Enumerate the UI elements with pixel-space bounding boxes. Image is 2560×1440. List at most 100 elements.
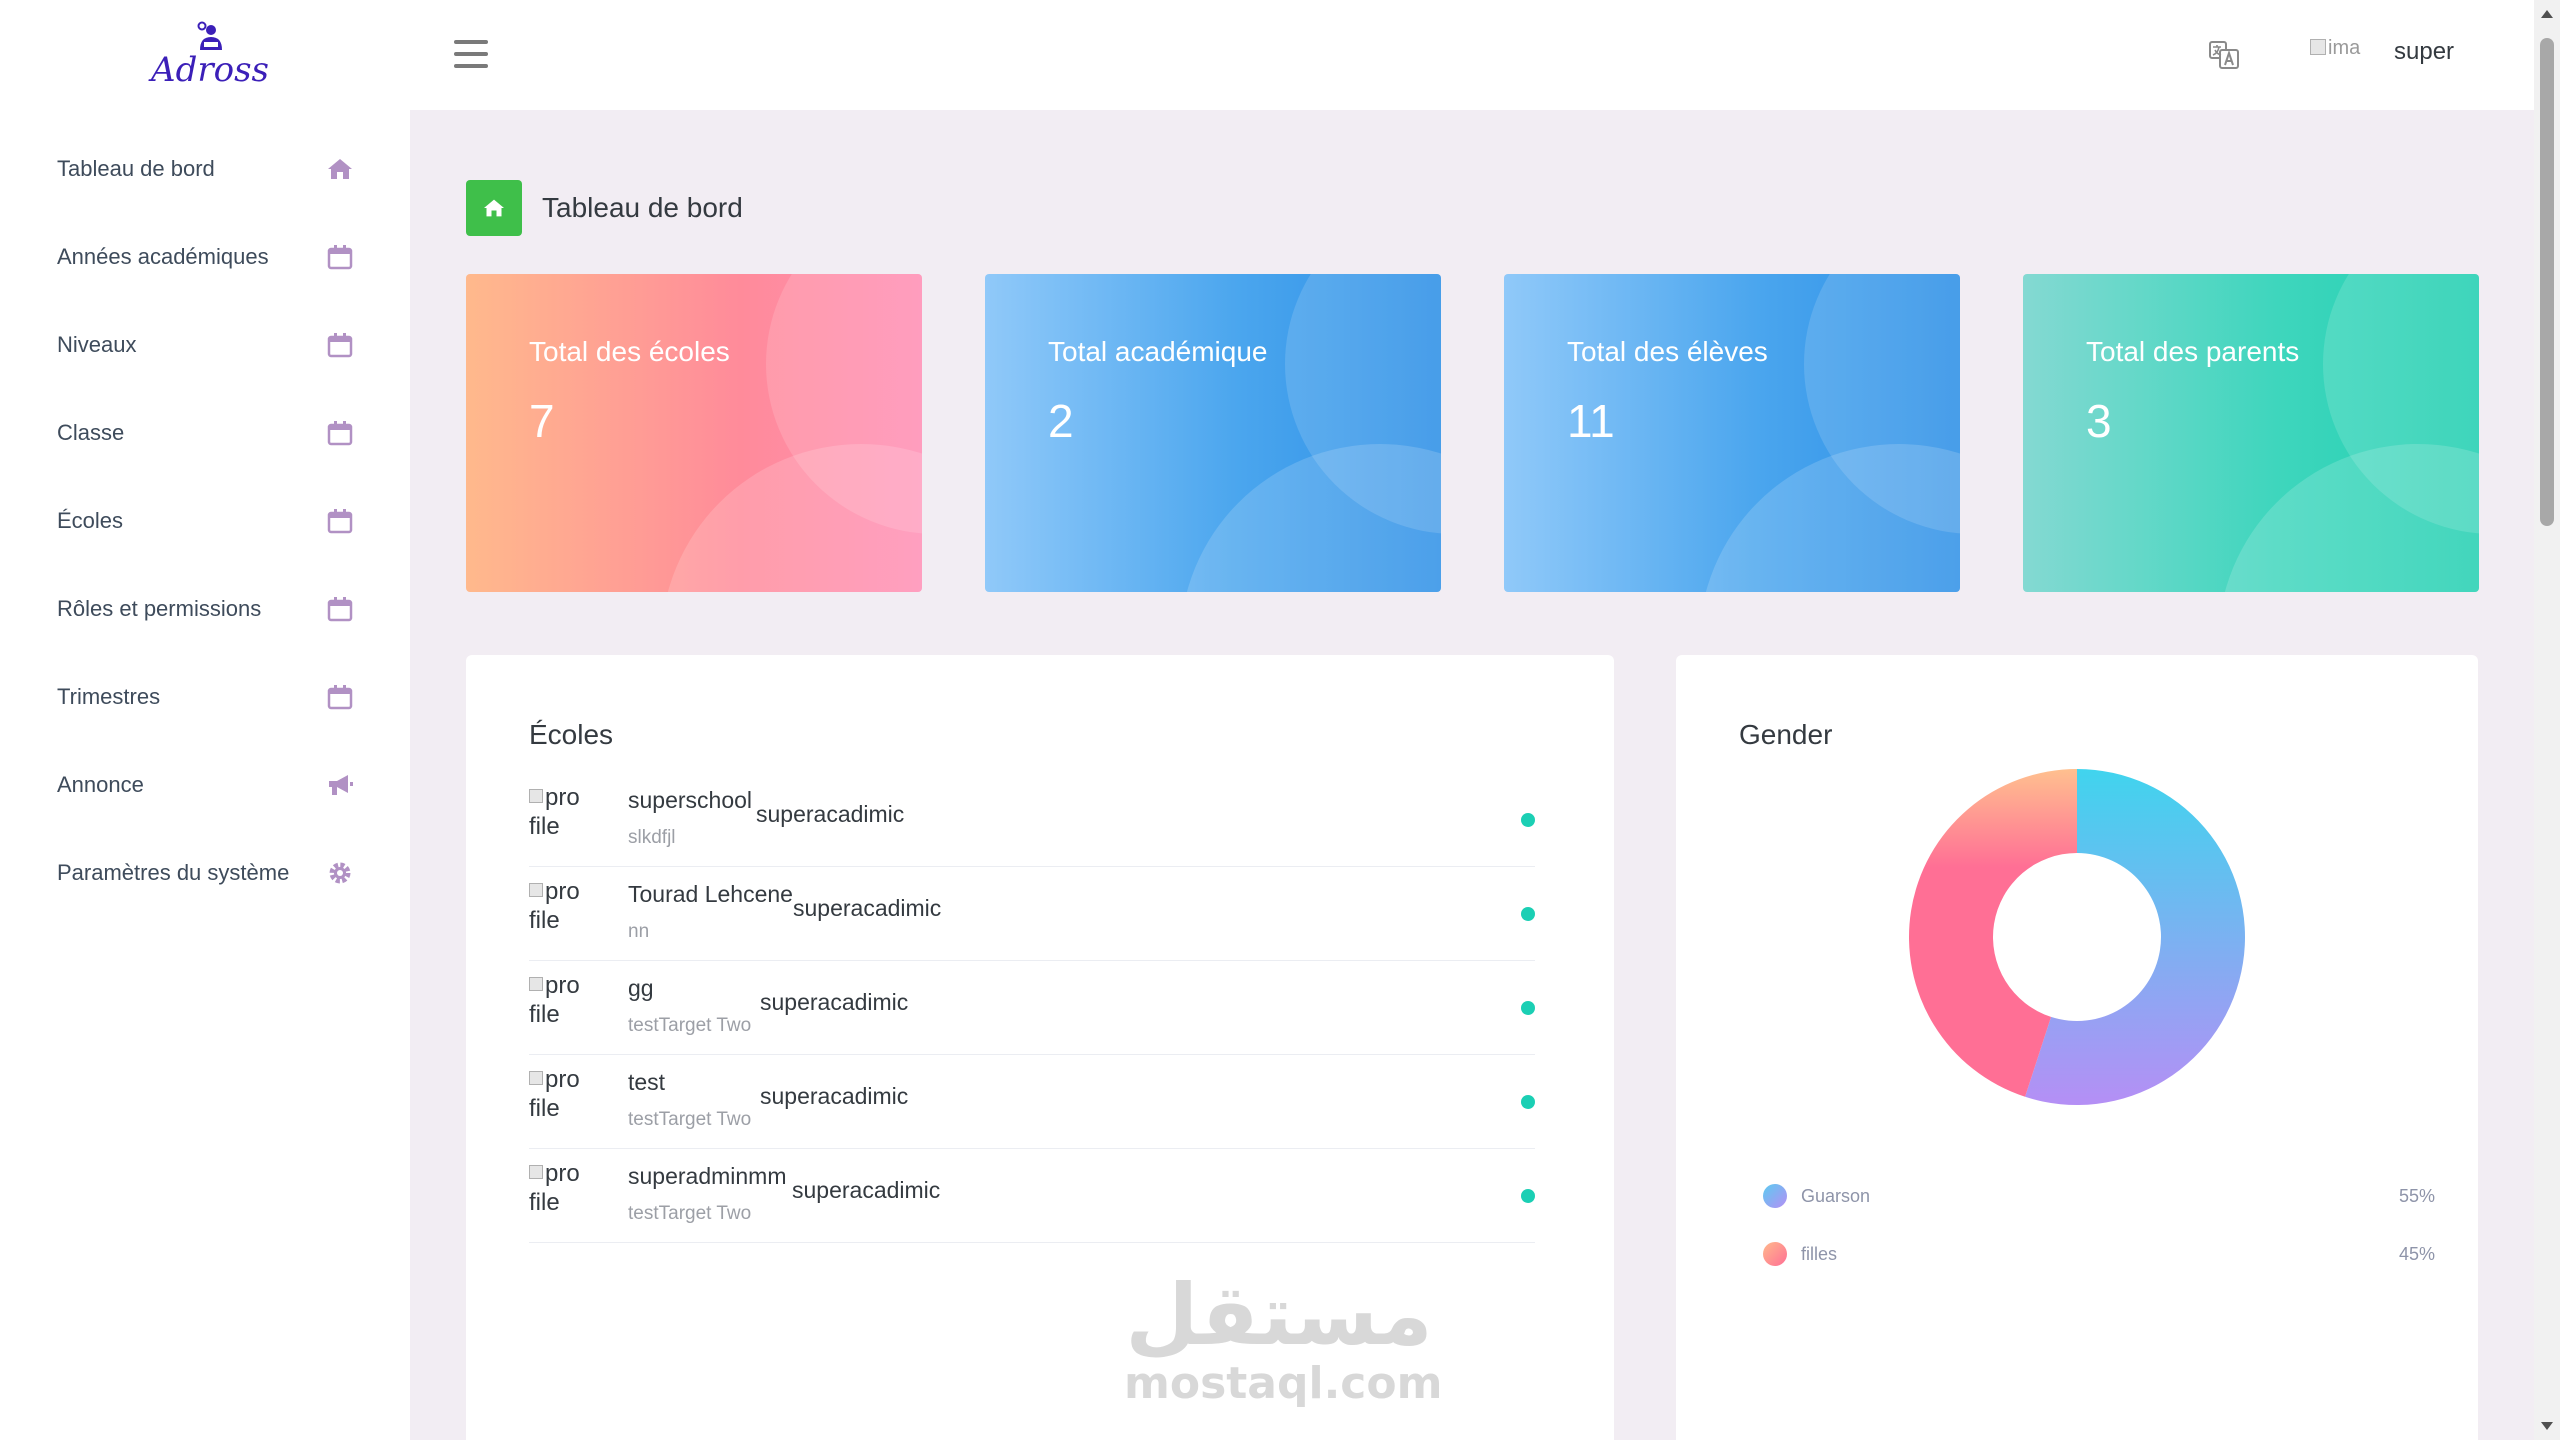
donut-svg xyxy=(1909,769,2245,1105)
school-academic: superacadimic xyxy=(793,895,942,921)
legend-item[interactable]: filles 45% xyxy=(1763,1225,2435,1283)
school-name: superadminmm xyxy=(628,1163,787,1189)
legend-value: 55% xyxy=(2398,1185,2435,1206)
sidebar-item-classe[interactable]: Classe xyxy=(0,389,410,477)
schools-panel-title: Écoles xyxy=(529,719,614,750)
stat-label: Total des élèves xyxy=(1567,336,1768,367)
sidebar-item-label: Paramètres du système xyxy=(57,860,290,885)
avatar: ima xyxy=(2310,37,2380,67)
stat-card-total-ecoles[interactable]: Total des écoles 7 xyxy=(466,274,922,592)
stat-label: Total académique xyxy=(1048,336,1268,367)
status-dot xyxy=(1521,1189,1535,1203)
stat-value: 7 xyxy=(529,395,555,447)
stat-card-total-parents[interactable]: Total des parents 3 xyxy=(2023,274,2479,592)
scroll-down-arrow-icon[interactable] xyxy=(2541,1422,2553,1430)
stat-value: 11 xyxy=(1567,395,1615,447)
sidebar-item-roles-et-permissions[interactable]: Rôles et permissions xyxy=(0,565,410,653)
legend-item[interactable]: Guarson 55% xyxy=(1763,1167,2435,1225)
sidebar-nav: Tableau de bord Années académiques Nivea… xyxy=(0,125,410,917)
legend-value: 45% xyxy=(2398,1243,2435,1264)
page-scrollbar[interactable] xyxy=(2534,0,2560,1440)
sidebar-item-label: Niveaux xyxy=(57,332,137,357)
school-name: gg xyxy=(628,975,654,1001)
stat-value: 2 xyxy=(1048,395,1074,447)
home-icon xyxy=(326,155,354,183)
sidebar-item-parametres-du-systeme[interactable]: Paramètres du système xyxy=(0,829,410,917)
sidebar-item-annees-academiques[interactable]: Années académiques xyxy=(0,213,410,301)
stat-card-total-eleves[interactable]: Total des élèves 11 xyxy=(1504,274,1960,592)
calendar-icon xyxy=(326,507,354,535)
broken-image-icon xyxy=(529,1165,543,1179)
menu-toggle-icon[interactable] xyxy=(454,40,488,68)
legend-swatch xyxy=(1763,1184,1787,1208)
stat-card-total-academique[interactable]: Total académique 2 xyxy=(985,274,1441,592)
sidebar-item-label: Écoles xyxy=(57,508,124,533)
stat-value: 3 xyxy=(2086,395,2112,447)
username: super xyxy=(2394,38,2455,65)
school-subtitle: slkdfjl xyxy=(628,827,676,848)
calendar-icon xyxy=(326,595,354,623)
school-academic: superacadimic xyxy=(760,1083,909,1109)
list-item[interactable]: pro file gg testTarget Two superacadimic xyxy=(529,961,1535,1055)
calendar-icon xyxy=(326,331,354,359)
school-image: pro file xyxy=(529,877,599,935)
broken-image-icon xyxy=(2310,39,2326,55)
broken-image-icon xyxy=(529,1071,543,1085)
sidebar-item-annonce[interactable]: Annonce xyxy=(0,741,410,829)
legend-swatch xyxy=(1763,1242,1787,1266)
school-academic: superacadimic xyxy=(756,801,905,827)
list-item[interactable]: pro file superadminmm testTarget Two sup… xyxy=(529,1149,1535,1243)
sidebar-item-label: Années académiques xyxy=(57,244,269,269)
sidebar-item-ecoles[interactable]: Écoles xyxy=(0,477,410,565)
school-name: Tourad Lehcene xyxy=(628,881,793,907)
school-academic: superacadimic xyxy=(760,989,909,1015)
sidebar-item-niveaux[interactable]: Niveaux xyxy=(0,301,410,389)
topbar: ima super xyxy=(410,0,2534,110)
school-image: pro file xyxy=(529,1065,599,1123)
broken-image-icon xyxy=(529,977,543,991)
gender-panel: Gender Guarson 55% filles 45% xyxy=(1676,655,2478,1440)
page-header: Tableau de bord xyxy=(466,180,743,236)
broken-image-icon xyxy=(529,883,543,897)
megaphone-icon xyxy=(326,771,354,799)
sidebar-item-trimestres[interactable]: Trimestres xyxy=(0,653,410,741)
calendar-icon xyxy=(326,243,354,271)
school-name: superschool xyxy=(628,787,753,813)
school-subtitle: nn xyxy=(628,921,650,942)
sidebar-item-label: Annonce xyxy=(57,772,144,797)
school-name: test xyxy=(628,1069,666,1095)
school-subtitle: testTarget Two xyxy=(628,1015,752,1036)
legend-label: filles xyxy=(1801,1243,1838,1264)
translate-icon[interactable] xyxy=(2208,38,2240,70)
gender-legend: Guarson 55% filles 45% xyxy=(1763,1167,2435,1283)
scroll-thumb[interactable] xyxy=(2540,38,2554,526)
page-title: Tableau de bord xyxy=(542,192,743,223)
sidebar-item-label: Trimestres xyxy=(57,684,161,709)
gender-donut-chart[interactable] xyxy=(1907,767,2247,1107)
status-dot xyxy=(1521,907,1535,921)
watermark-text: mostaql.com xyxy=(1124,1358,1443,1409)
list-item[interactable]: pro file test testTarget Two superacadim… xyxy=(529,1055,1535,1149)
sidebar-item-tableau-de-bord[interactable]: Tableau de bord xyxy=(0,125,410,213)
school-subtitle: testTarget Two xyxy=(628,1109,752,1130)
home-icon xyxy=(466,180,522,236)
list-item[interactable]: pro file Tourad Lehcene nn superacadimic xyxy=(529,867,1535,961)
calendar-icon xyxy=(326,419,354,447)
avatar-alt-text: ima xyxy=(2328,37,2361,59)
status-dot xyxy=(1521,813,1535,827)
stat-label: Total des écoles xyxy=(529,336,730,367)
scroll-up-arrow-icon[interactable] xyxy=(2541,10,2553,18)
school-image: pro file xyxy=(529,1159,599,1217)
user-profile[interactable]: ima super xyxy=(2310,30,2454,74)
logo[interactable]: Adross xyxy=(140,20,280,100)
school-image: pro file xyxy=(529,971,599,1029)
schools-panel: Écoles pro file superschool slkdfjl supe… xyxy=(466,655,1614,1440)
gear-icon xyxy=(326,859,354,887)
watermark-arabic: مستقل xyxy=(1125,1266,1433,1364)
sidebar: Adross Tableau de bord Années académique… xyxy=(0,0,410,1440)
logo-text: Adross xyxy=(151,50,269,90)
status-dot xyxy=(1521,1095,1535,1109)
gender-panel-title: Gender xyxy=(1739,719,1833,750)
status-dot xyxy=(1521,1001,1535,1015)
list-item[interactable]: pro file superschool slkdfjl superacadim… xyxy=(529,773,1535,867)
